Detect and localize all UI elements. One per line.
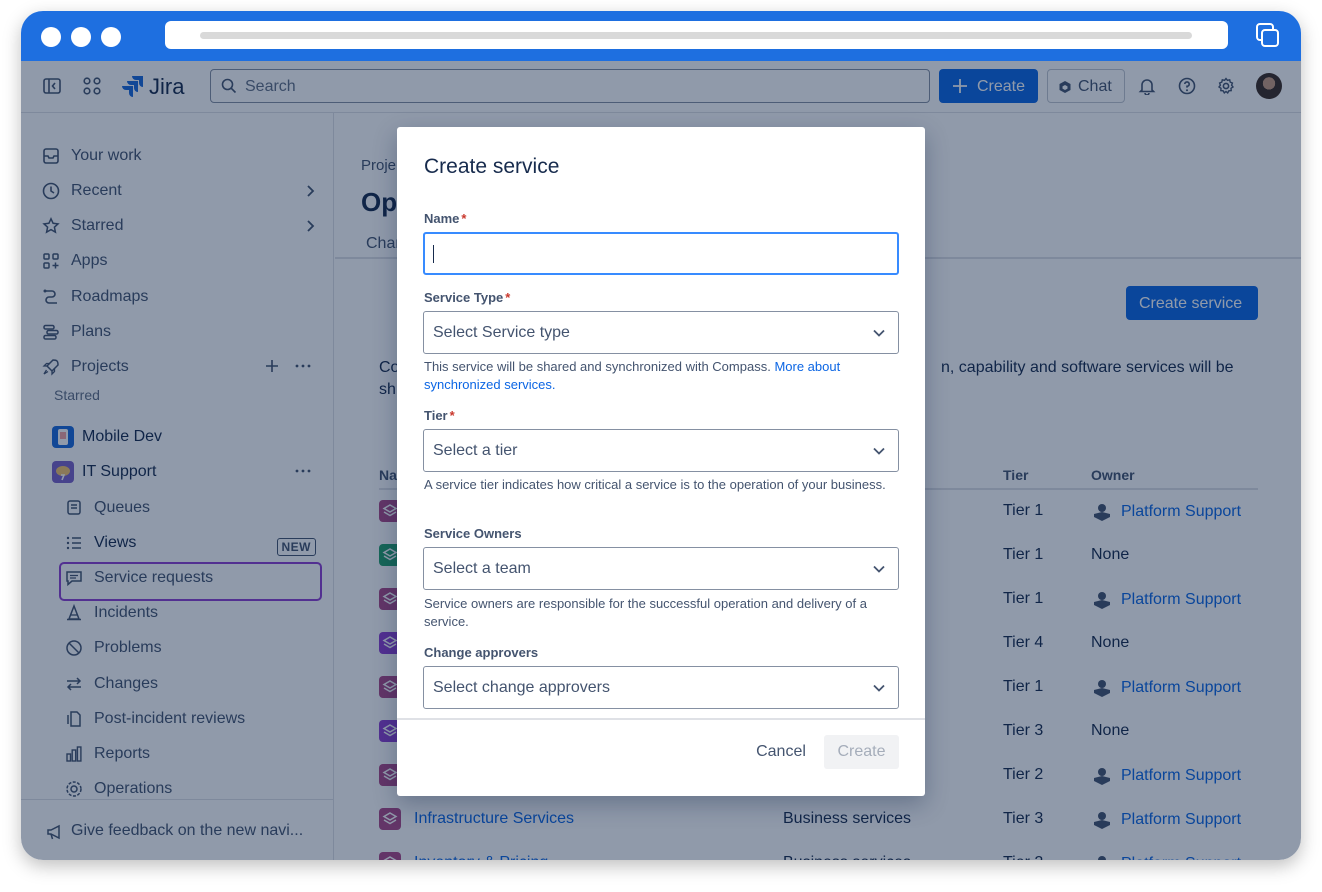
owners-placeholder: Select a team: [433, 560, 531, 577]
service-owners-select[interactable]: Select a team: [423, 547, 899, 590]
name-input[interactable]: [423, 232, 899, 275]
dialog-title: Create service: [424, 155, 560, 178]
tier-select[interactable]: Select a tier: [423, 429, 899, 472]
change-approvers-label: Change approvers: [424, 645, 539, 660]
change-approvers-select[interactable]: Select change approvers: [423, 666, 899, 709]
service-type-label-text: Service Type: [424, 290, 504, 305]
tier-label: Tier *: [424, 408, 455, 423]
required-asterisk: *: [505, 290, 511, 305]
required-asterisk: *: [461, 211, 467, 226]
browser-chrome: [21, 11, 1301, 61]
owners-help: Service owners are responsible for the s…: [424, 596, 867, 629]
tier-placeholder: Select a tier: [433, 442, 518, 459]
service-owners-label: Service Owners: [424, 526, 522, 541]
approvers-placeholder: Select change approvers: [433, 679, 610, 696]
tabs-overview-icon[interactable]: [1256, 23, 1280, 49]
service-type-select[interactable]: Select Service type: [423, 311, 899, 354]
browser-window: Jira Search Create Chat Your work Recent…: [21, 11, 1301, 860]
tier-help: A service tier indicates how critical a …: [424, 477, 886, 492]
tier-label-text: Tier: [424, 408, 448, 423]
service-type-help-text: This service will be shared and synchron…: [424, 359, 771, 374]
service-type-placeholder: Select Service type: [433, 324, 570, 341]
create-service-dialog: Create service Name * Service Type * Selec…: [397, 127, 925, 796]
service-type-help: This service will be shared and synchron…: [424, 358, 900, 394]
chevron-down-icon: [873, 565, 885, 573]
cancel-button[interactable]: Cancel: [747, 735, 815, 769]
address-bar[interactable]: [165, 21, 1228, 49]
create-submit-button[interactable]: Create: [824, 735, 899, 769]
text-cursor: [433, 245, 434, 263]
chevron-down-icon: [873, 447, 885, 455]
name-label: Name *: [424, 211, 466, 226]
address-placeholder-line: [200, 32, 1192, 39]
service-type-label: Service Type *: [424, 290, 510, 305]
window-minimize-dot[interactable]: [71, 27, 91, 47]
name-label-text: Name: [424, 211, 460, 226]
required-asterisk: *: [449, 408, 455, 423]
chevron-down-icon: [873, 684, 885, 692]
window-zoom-dot[interactable]: [101, 27, 121, 47]
dialog-footer-divider: [397, 718, 925, 720]
chevron-down-icon: [873, 329, 885, 337]
window-close-dot[interactable]: [41, 27, 61, 47]
